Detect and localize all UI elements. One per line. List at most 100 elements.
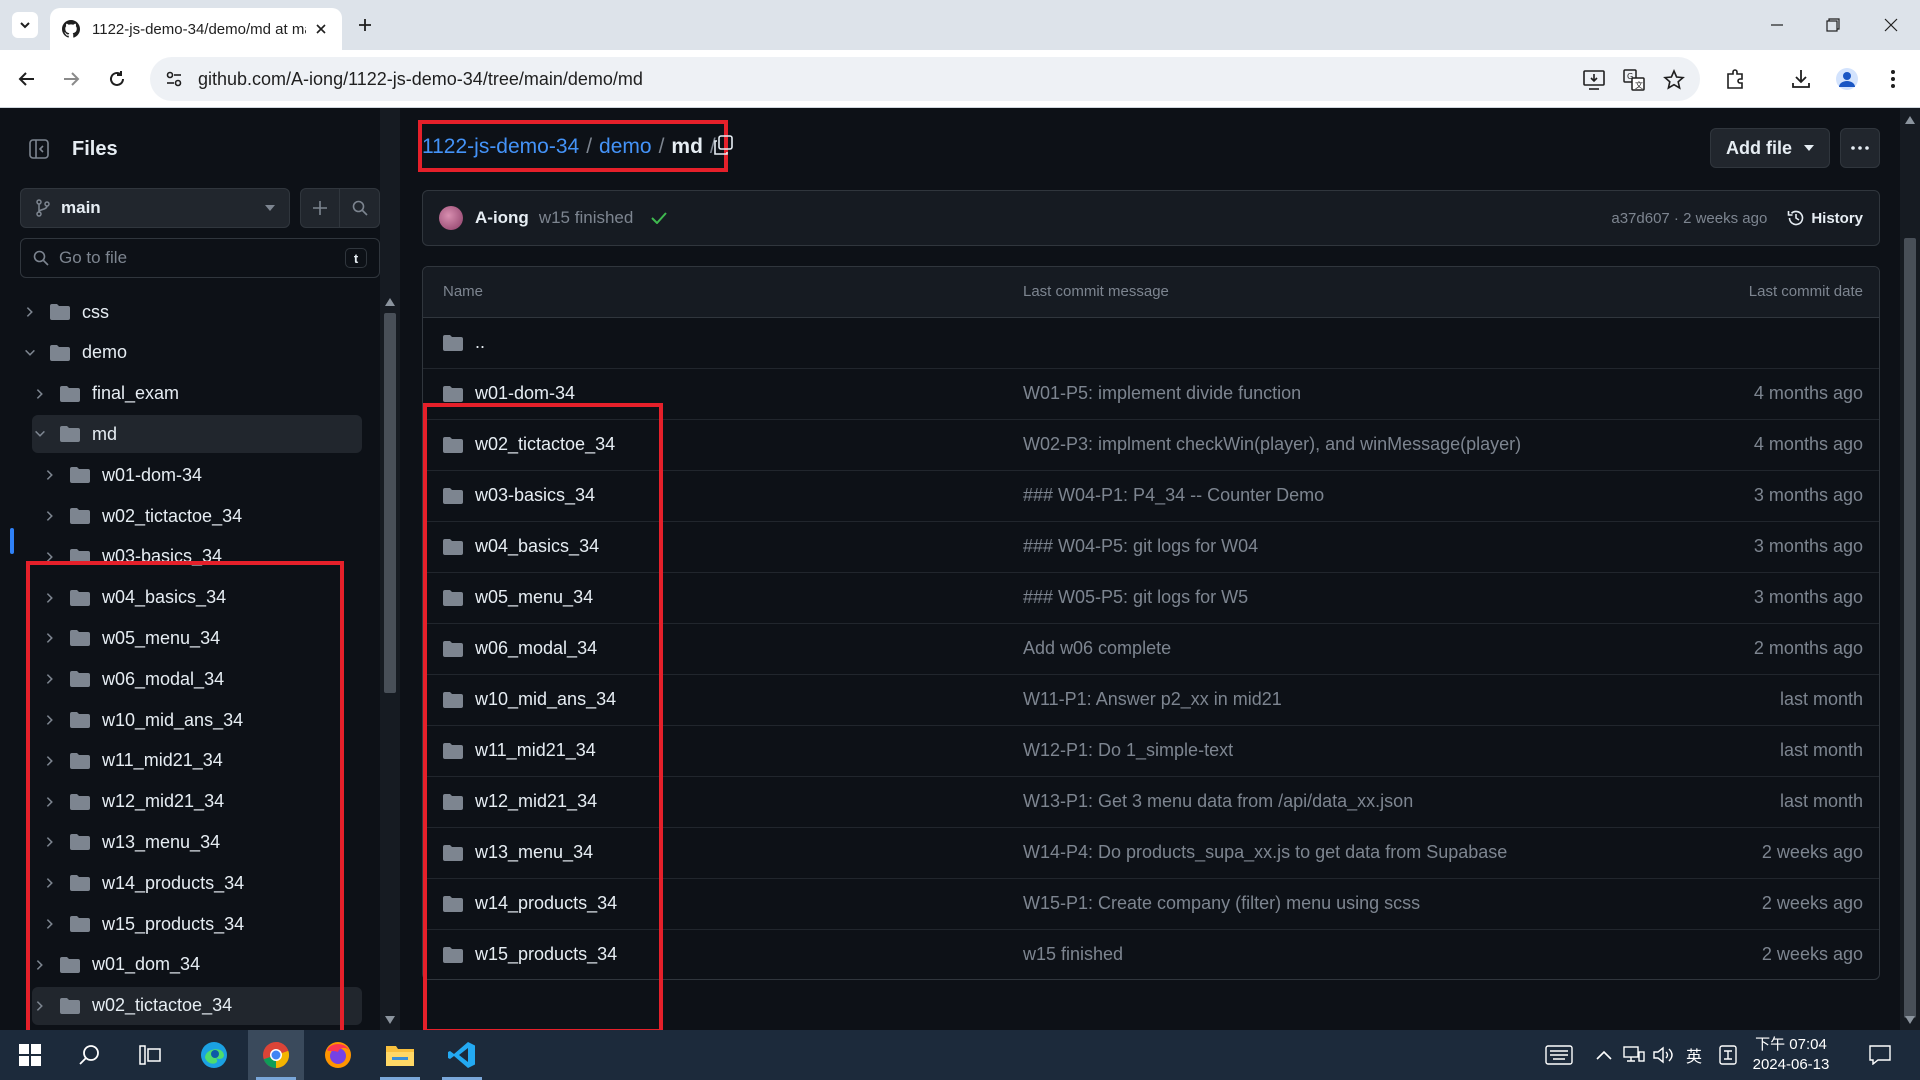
commit-sha-time[interactable]: a37d607 · 2 weeks ago: [1611, 210, 1767, 227]
tree-item[interactable]: md: [32, 415, 362, 454]
commit-message-link[interactable]: ### W04-P5: git logs for W04: [1023, 536, 1258, 557]
history-button[interactable]: History: [1787, 209, 1863, 227]
tree-item[interactable]: final_exam: [32, 375, 362, 413]
chevron-down-icon: [20, 22, 30, 29]
tree-item[interactable]: w02_tictactoe_34: [42, 497, 362, 535]
tree-item[interactable]: w01-dom-34: [42, 456, 362, 494]
copy-path-button[interactable]: [710, 132, 736, 158]
tab-search-button[interactable]: [12, 12, 38, 38]
folder-icon: [70, 508, 102, 524]
add-file-sidebar-button[interactable]: [300, 188, 340, 228]
parent-directory-link[interactable]: ..: [475, 332, 485, 353]
folder-icon: [70, 467, 102, 484]
commit-message-link[interactable]: W12-P1: Do 1_simple-text: [1023, 740, 1233, 761]
chevron-right-icon[interactable]: [42, 467, 58, 483]
input-method-indicator[interactable]: 英: [1682, 1043, 1706, 1067]
edge-taskbar-icon[interactable]: [186, 1030, 242, 1080]
close-tab-icon[interactable]: [312, 20, 330, 38]
tree-item[interactable]: css: [22, 293, 362, 331]
keyboard-layout-icon[interactable]: [1544, 1043, 1574, 1067]
tab-title: 1122-js-demo-34/demo/md at main: [92, 20, 306, 38]
commit-message-link[interactable]: ### W04-P1: P4_34 -- Counter Demo: [1023, 485, 1324, 506]
taskbar-search-button[interactable]: [62, 1030, 118, 1080]
bookmark-star-icon[interactable]: [1662, 68, 1686, 92]
forward-button[interactable]: [56, 64, 86, 94]
scroll-up-arrow-icon[interactable]: [1905, 116, 1915, 124]
address-bar[interactable]: github.com/A-iong/1122-js-demo-34/tree/m…: [150, 57, 1700, 101]
collapse-sidebar-button[interactable]: [20, 130, 58, 168]
chevron-right-icon[interactable]: [32, 386, 48, 402]
notifications-icon[interactable]: [1868, 1043, 1892, 1067]
shortcut-key-hint: t: [345, 248, 367, 268]
downloads-icon[interactable]: [1786, 64, 1816, 94]
install-app-icon[interactable]: [1582, 68, 1606, 92]
check-icon[interactable]: [651, 212, 668, 224]
commit-message-link[interactable]: W14-P4: Do products_supa_xx.js to get da…: [1023, 842, 1507, 863]
new-tab-button[interactable]: [352, 12, 378, 38]
ime-mode-icon[interactable]: [1716, 1043, 1740, 1067]
url-text: github.com/A-iong/1122-js-demo-34/tree/m…: [198, 68, 643, 89]
profile-avatar-icon[interactable]: [1832, 64, 1862, 94]
commit-author[interactable]: A-iong: [475, 208, 529, 228]
scroll-down-arrow-icon[interactable]: [1905, 1016, 1915, 1024]
back-button[interactable]: [12, 64, 42, 94]
more-options-button[interactable]: [1840, 128, 1880, 168]
chevron-up-icon[interactable]: [1592, 1043, 1616, 1067]
parent-directory-row[interactable]: ..: [423, 318, 1879, 369]
author-avatar[interactable]: [439, 206, 463, 230]
scroll-down-arrow-icon[interactable]: [385, 1016, 395, 1024]
history-label: History: [1811, 209, 1863, 227]
arrow-left-icon: [18, 72, 34, 86]
start-button[interactable]: [2, 1030, 58, 1080]
minimize-icon: [1771, 24, 1783, 26]
chevron-right-icon[interactable]: [42, 508, 58, 524]
volume-icon[interactable]: [1652, 1043, 1676, 1067]
commit-message[interactable]: w15 finished: [539, 208, 634, 228]
firefox-taskbar-icon[interactable]: [310, 1030, 366, 1080]
chevron-down-icon[interactable]: [32, 426, 48, 442]
commit-message-link[interactable]: W01-P5: implement divide function: [1023, 383, 1301, 404]
breadcrumb: 1122-js-demo-34 / demo / md /: [418, 120, 728, 172]
branch-selector[interactable]: main: [20, 188, 290, 228]
tree-item[interactable]: demo: [22, 334, 362, 372]
site-info-icon[interactable]: [164, 69, 184, 89]
firefox-icon: [325, 1042, 351, 1068]
commit-message-link[interactable]: w15 finished: [1023, 944, 1123, 965]
network-icon[interactable]: [1622, 1043, 1646, 1067]
chevron-right-icon[interactable]: [22, 304, 38, 320]
sidebar-scrollbar-thumb[interactable]: [384, 313, 396, 693]
tree-item-label: demo: [82, 342, 128, 363]
add-file-label: Add file: [1726, 137, 1792, 158]
table-header: Name Last commit message Last commit dat…: [423, 267, 1879, 318]
translate-icon[interactable]: G文: [1622, 68, 1646, 92]
page-scrollbar-thumb[interactable]: [1904, 238, 1916, 1018]
extensions-icon[interactable]: [1720, 64, 1750, 94]
commit-message-link[interactable]: W02-P3: implment checkWin(player), and w…: [1023, 434, 1521, 455]
commit-message-link[interactable]: W15-P1: Create company (filter) menu usi…: [1023, 893, 1420, 914]
restore-button[interactable]: [1818, 10, 1848, 40]
file-tree-sidebar: Files main Go to file t css demo final_exa…: [0, 108, 400, 1054]
browser-tab[interactable]: 1122-js-demo-34/demo/md at main: [50, 8, 342, 50]
reload-button[interactable]: [102, 64, 132, 94]
system-clock[interactable]: 下午 07:04 2024-06-13: [1746, 1035, 1836, 1075]
chevron-down-icon[interactable]: [22, 345, 38, 361]
vscode-taskbar-icon[interactable]: [434, 1030, 490, 1080]
go-to-file-input[interactable]: Go to file t: [20, 238, 380, 278]
commit-message-link[interactable]: ### W05-P5: git logs for W5: [1023, 587, 1248, 608]
search-code-button[interactable]: [340, 188, 380, 228]
minimize-button[interactable]: [1762, 10, 1792, 40]
commit-message-link[interactable]: W11-P1: Answer p2_xx in mid21: [1023, 689, 1282, 710]
task-view-button[interactable]: [122, 1030, 178, 1080]
chrome-taskbar-icon[interactable]: [248, 1030, 304, 1080]
sidebar-scrollbar[interactable]: [380, 108, 400, 1030]
add-file-button[interactable]: Add file: [1710, 128, 1830, 168]
folder-name-link[interactable]: w01-dom-34: [475, 383, 575, 404]
browser-menu-icon[interactable]: [1878, 64, 1908, 94]
commit-message-link[interactable]: Add w06 complete: [1023, 638, 1171, 659]
file-explorer-taskbar-icon[interactable]: [372, 1030, 428, 1080]
scroll-up-arrow-icon[interactable]: [385, 298, 395, 306]
page-scrollbar[interactable]: [1900, 108, 1920, 1030]
close-window-button[interactable]: [1876, 10, 1906, 40]
commit-message-link[interactable]: W13-P1: Get 3 menu data from /api/data_x…: [1023, 791, 1413, 812]
commit-date: 3 months ago: [1753, 485, 1863, 505]
